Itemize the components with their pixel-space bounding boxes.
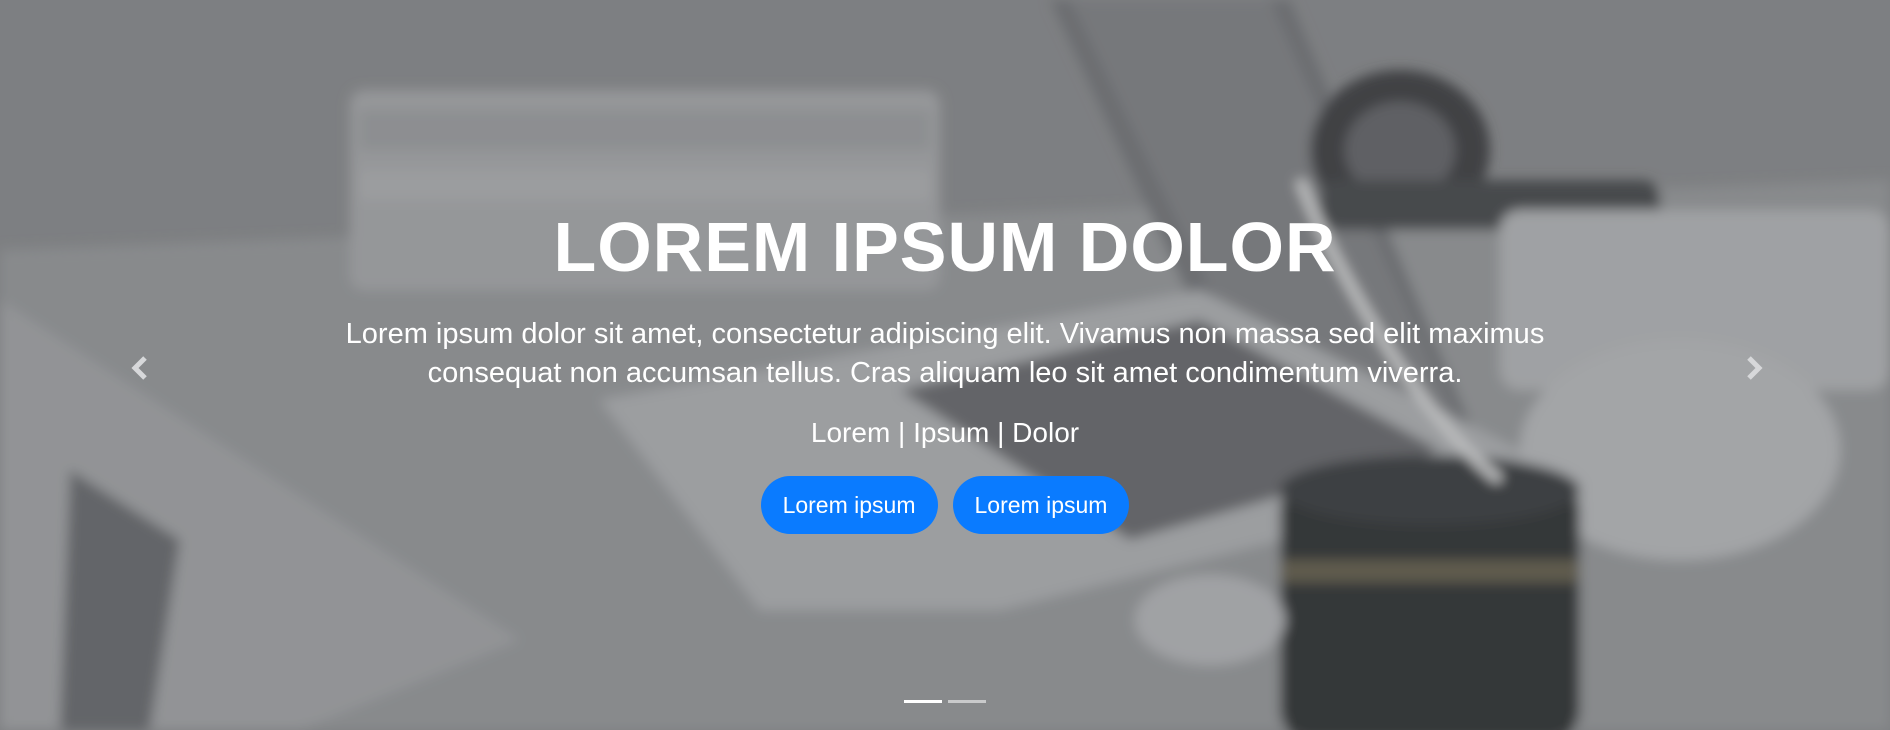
chevron-right-icon	[1747, 356, 1763, 380]
primary-cta-button[interactable]: Lorem ipsum	[760, 476, 938, 534]
carousel-prev-button[interactable]	[120, 348, 160, 388]
secondary-cta-button[interactable]: Lorem ipsum	[952, 476, 1130, 534]
hero-title: LOREM IPSUM DOLOR	[553, 208, 1337, 286]
hero-carousel: LOREM IPSUM DOLOR Lorem ipsum dolor sit …	[0, 0, 1890, 730]
indicator-slide-1[interactable]	[904, 700, 942, 703]
hero-tags: Lorem | Ipsum | Dolor	[810, 417, 1080, 448]
indicator-slide-2[interactable]	[948, 700, 986, 703]
chevron-left-icon	[131, 356, 147, 380]
carousel-caption: LOREM IPSUM DOLOR Lorem ipsum dolor sit …	[0, 205, 1890, 534]
hero-buttons: Lorem ipsum Lorem ipsum	[0, 476, 1890, 534]
carousel-indicators	[0, 700, 1890, 703]
hero-lead-text: Lorem ipsum dolor sit amet, consectetur …	[345, 318, 1545, 389]
carousel-next-button[interactable]	[1734, 348, 1774, 388]
